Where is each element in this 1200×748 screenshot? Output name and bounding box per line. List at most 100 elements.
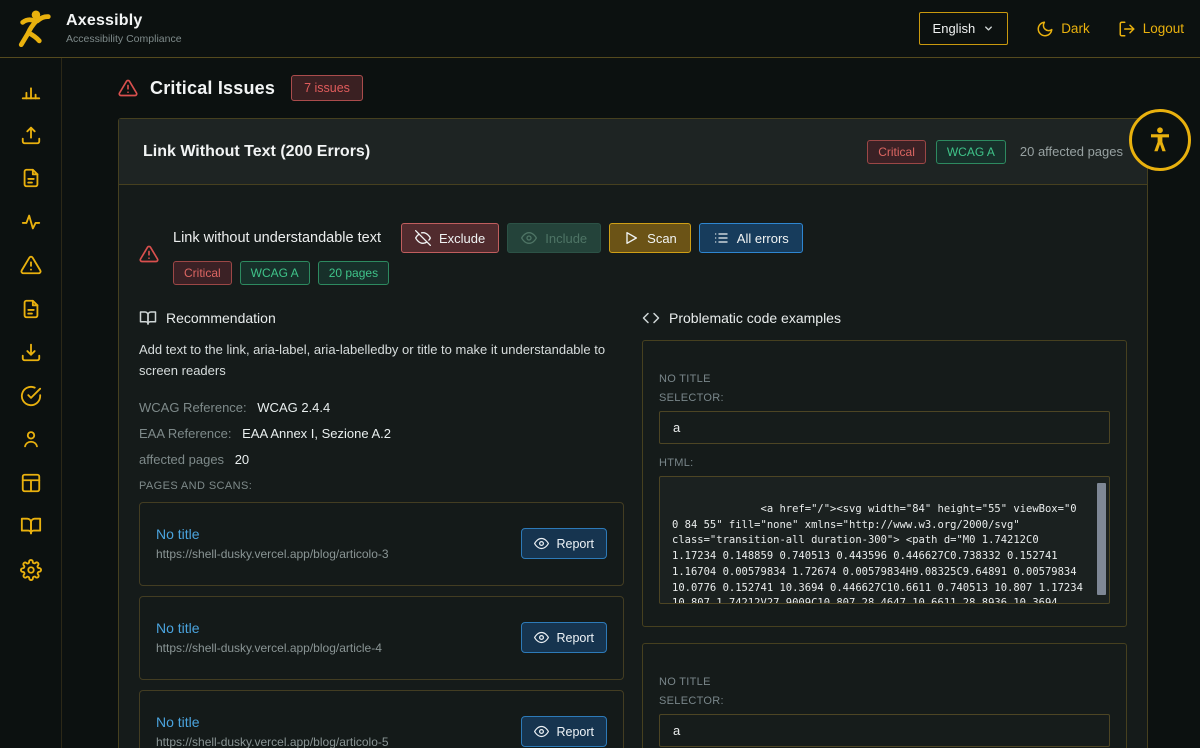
book-icon [139, 309, 157, 327]
html-code-text: <a href="/"><svg width="84" height="55" … [672, 503, 1089, 604]
main-content: Critical Issues 7 issues Link Without Te… [62, 58, 1200, 748]
report-label: Report [556, 537, 594, 551]
page-title-link[interactable]: No title [156, 714, 389, 730]
brand-tagline: Accessibility Compliance [66, 33, 182, 45]
scan-button[interactable]: Scan [609, 223, 691, 253]
selector-value-box: a [659, 411, 1110, 444]
critical-warning-icon [118, 78, 138, 98]
layout-icon [20, 472, 42, 494]
recommendation-text: Add text to the link, aria-label, aria-l… [139, 340, 619, 382]
include-button[interactable]: Include [507, 223, 601, 253]
issues-count-badge: 7 issues [291, 75, 363, 101]
affected-pages-value: 20 [235, 452, 249, 467]
recommendation-heading: Recommendation [166, 310, 276, 326]
html-code-block: <a href="/"><svg width="84" height="55" … [659, 476, 1110, 604]
sidebar-item-settings[interactable] [20, 559, 42, 581]
wcag-reference-value: WCAG 2.4.4 [257, 400, 330, 415]
report-document-icon [20, 298, 42, 320]
error-title: Link without understandable text [173, 230, 381, 246]
selector-label: SELECTOR: [659, 392, 1110, 404]
code-example-card: NO TITLE SELECTOR: a HTML: <a href="/"><… [642, 340, 1127, 627]
upload-icon [20, 124, 42, 146]
all-errors-button[interactable]: All errors [699, 223, 803, 253]
eye-icon [521, 230, 537, 246]
eaa-reference-label: EAA Reference: [139, 426, 232, 441]
severity-badge: Critical [867, 140, 926, 164]
moon-icon [1036, 20, 1054, 38]
page-heading: Critical Issues 7 issues [118, 75, 1148, 101]
logout-button[interactable]: Logout [1118, 20, 1184, 38]
brand: Axessibly Accessibility Compliance [16, 8, 182, 50]
selector-value-box: a [659, 714, 1110, 747]
exclude-button[interactable]: Exclude [401, 223, 499, 253]
code-scrollbar[interactable] [1097, 483, 1106, 595]
eye-off-icon [415, 230, 431, 246]
sidebar-item-issues[interactable] [20, 254, 42, 276]
sidebar-item-documents[interactable] [20, 167, 42, 189]
theme-toggle-button[interactable]: Dark [1036, 20, 1090, 38]
sidebar-item-activity[interactable] [20, 211, 42, 233]
pages-and-scans-heading: PAGES AND SCANS: [139, 480, 624, 492]
page-url: https://shell-dusky.vercel.app/blog/arti… [156, 641, 382, 655]
language-select[interactable]: English [919, 12, 1009, 45]
selector-label: SELECTOR: [659, 695, 1110, 707]
download-icon [20, 341, 42, 363]
page-url: https://shell-dusky.vercel.app/blog/arti… [156, 547, 389, 561]
recommendation-column: Recommendation Add text to the link, ari… [139, 309, 624, 748]
check-circle-icon [20, 385, 42, 407]
sidebar-item-docs[interactable] [20, 515, 42, 537]
play-icon [623, 230, 639, 246]
accessibility-widget-button[interactable] [1129, 109, 1191, 171]
report-button[interactable]: Report [521, 716, 607, 747]
user-icon [20, 428, 42, 450]
html-label: HTML: [659, 457, 1110, 469]
sidebar-item-layout[interactable] [20, 472, 42, 494]
list-icon [713, 230, 729, 246]
sidebar-item-reports[interactable] [20, 298, 42, 320]
error-detail-header: Link without understandable text Exclude… [139, 223, 1127, 285]
page-title-link[interactable]: No title [156, 526, 389, 542]
top-bar: Axessibly Accessibility Compliance Engli… [0, 0, 1200, 58]
code-example-card: NO TITLE SELECTOR: a HTML: <a target="_b… [642, 643, 1127, 748]
detail-severity-badge: Critical [173, 261, 232, 285]
activity-icon [20, 211, 42, 233]
brand-name: Axessibly [66, 12, 182, 30]
issue-card-header: Link Without Text (200 Errors) Critical … [119, 119, 1147, 185]
language-label: English [933, 21, 976, 36]
sidebar-item-upload[interactable] [20, 124, 42, 146]
brand-logo-icon [16, 8, 54, 50]
sidebar-item-download[interactable] [20, 341, 42, 363]
report-label: Report [556, 725, 594, 739]
issue-card: Link Without Text (200 Errors) Critical … [118, 118, 1148, 748]
error-warning-icon [139, 244, 159, 264]
report-button[interactable]: Report [521, 528, 607, 559]
issue-card-body: Link without understandable text Exclude… [119, 185, 1147, 748]
bar-chart-icon [20, 80, 42, 102]
sidebar-item-checks[interactable] [20, 385, 42, 407]
book-open-icon [20, 515, 42, 537]
eye-icon [534, 536, 549, 551]
example-title: NO TITLE [659, 373, 1110, 385]
sidebar-item-account[interactable] [20, 428, 42, 450]
page-title: Critical Issues [150, 78, 275, 99]
code-icon [642, 309, 660, 327]
affected-pages-text: 20 affected pages [1020, 144, 1123, 159]
logout-label: Logout [1143, 21, 1184, 36]
detail-pages-badge: 20 pages [318, 261, 389, 285]
page-list-item: No title https://shell-dusky.vercel.app/… [139, 690, 624, 748]
accessibility-person-icon [1145, 125, 1175, 155]
wcag-badge: WCAG A [936, 140, 1006, 164]
affected-pages-label: affected pages [139, 452, 224, 467]
report-button[interactable]: Report [521, 622, 607, 653]
chevron-down-icon [983, 23, 994, 34]
code-examples-column: Problematic code examples NO TITLE SELEC… [642, 309, 1127, 748]
alert-triangle-icon [20, 254, 42, 276]
issue-title: Link Without Text (200 Errors) [143, 143, 370, 161]
exclude-label: Exclude [439, 231, 485, 246]
document-icon [20, 167, 42, 189]
sidebar-item-dashboard[interactable] [20, 80, 42, 102]
page-list-item: No title https://shell-dusky.vercel.app/… [139, 596, 624, 680]
logout-icon [1118, 20, 1136, 38]
page-url: https://shell-dusky.vercel.app/blog/arti… [156, 735, 389, 748]
page-title-link[interactable]: No title [156, 620, 382, 636]
